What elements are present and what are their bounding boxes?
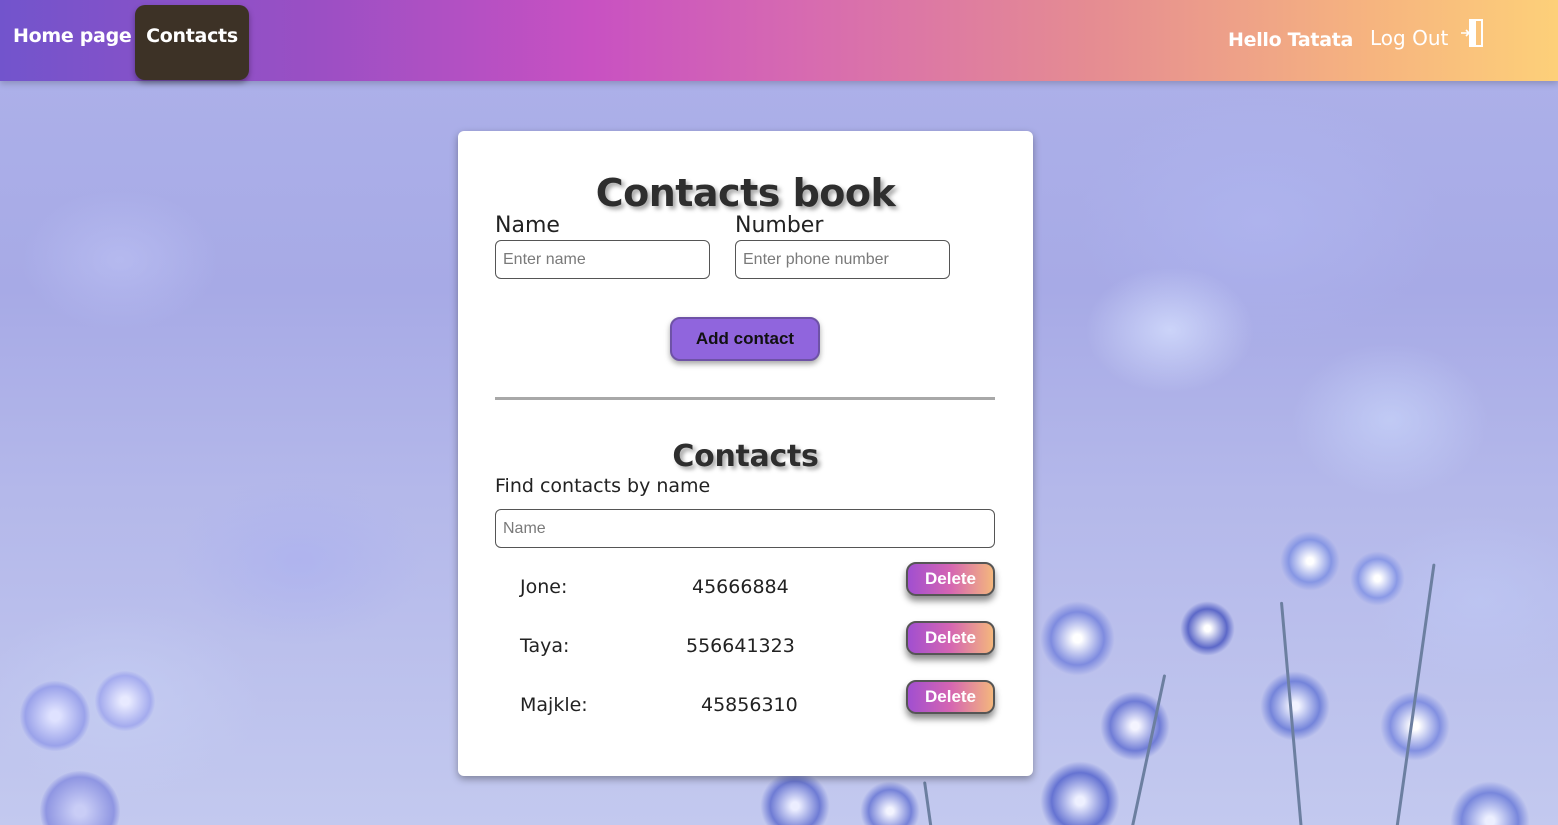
delete-contact-button[interactable]: Delete xyxy=(906,621,995,655)
contact-row: Taya: 556641323 Delete xyxy=(495,621,995,674)
nav-contacts-link[interactable]: Contacts xyxy=(135,5,249,80)
page-title: Contacts book xyxy=(595,171,896,215)
nav-home-link[interactable]: Home page xyxy=(0,5,149,80)
contact-row: Jone: 45666884 Delete xyxy=(495,562,995,615)
contact-number: 45856310 xyxy=(701,694,798,716)
contact-number: 45666884 xyxy=(692,576,789,598)
contact-name: Majkle: xyxy=(520,694,588,716)
door-exit-icon xyxy=(1461,19,1484,47)
delete-contact-button[interactable]: Delete xyxy=(906,562,995,596)
contact-number: 556641323 xyxy=(686,635,795,657)
user-greeting: Hello Tatata xyxy=(1228,29,1354,51)
contact-row: Majkle: 45856310 Delete xyxy=(495,680,995,733)
logout-label: Log Out xyxy=(1370,26,1449,50)
contact-name: Jone: xyxy=(520,576,568,598)
contact-name: Taya: xyxy=(520,635,570,657)
filter-label: Find contacts by name xyxy=(495,475,711,497)
contacts-card: Contacts book Name Number Add contact Co… xyxy=(458,131,1033,776)
delete-contact-button[interactable]: Delete xyxy=(906,680,995,714)
add-contact-button[interactable]: Add contact xyxy=(670,317,820,361)
name-field-label: Name xyxy=(495,213,560,238)
number-field-label: Number xyxy=(735,213,824,238)
logout-button[interactable]: Log Out xyxy=(1370,18,1486,58)
filter-input[interactable] xyxy=(495,509,995,548)
section-divider xyxy=(495,397,995,400)
top-navbar: Home page Contacts Hello Tatata Log Out xyxy=(0,0,1558,81)
contacts-section-title: Contacts xyxy=(672,439,819,474)
name-input[interactable] xyxy=(495,240,710,279)
number-input[interactable] xyxy=(735,240,950,279)
